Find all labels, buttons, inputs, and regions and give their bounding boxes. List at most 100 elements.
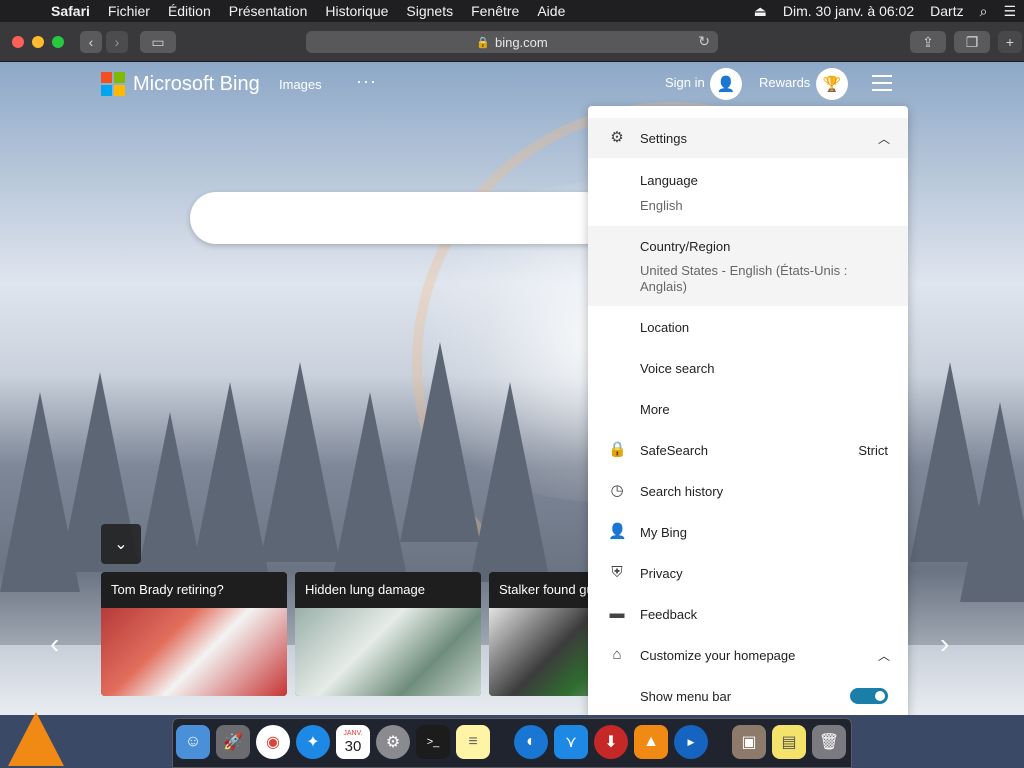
tabs-icon[interactable]: ❐ <box>954 31 990 53</box>
window-close-button[interactable] <box>12 36 24 48</box>
customize-homepage-item[interactable]: ⌂ Customize your homepage ︿ <box>588 645 908 665</box>
back-icon[interactable]: ‹ <box>80 31 102 53</box>
nav-more-button[interactable]: ··· <box>356 71 377 92</box>
settings-header[interactable]: ⚙ Settings ︿ <box>588 118 908 158</box>
launchpad-icon[interactable]: 🚀 <box>216 725 250 759</box>
vlc-desktop-icon[interactable] <box>8 712 64 766</box>
clock-text[interactable]: Dim. 30 janv. à 06:02 <box>775 3 922 19</box>
finder-icon[interactable]: ☺ <box>176 725 210 759</box>
privacy-item[interactable]: ⛨ Privacy <box>588 563 908 583</box>
new-tab-icon[interactable]: + <box>998 31 1022 53</box>
calendar-day: 30 <box>344 738 362 755</box>
location-item[interactable]: Location <box>588 317 908 337</box>
background-tree <box>330 392 410 592</box>
safari-icon[interactable]: ✦ <box>296 725 330 759</box>
address-bar[interactable]: 🔒 bing.com ↻ <box>306 31 718 53</box>
language-label: Language <box>640 172 698 188</box>
home-icon: ⌂ <box>612 646 622 663</box>
eject-icon[interactable]: ⏏ <box>746 3 775 20</box>
my-bing-label: My Bing <box>640 524 687 540</box>
control-center-icon[interactable]: ☰ <box>995 3 1024 20</box>
carousel-prev-icon[interactable]: ‹ <box>50 628 59 660</box>
sidebar-icon[interactable]: ▭ <box>140 31 176 53</box>
show-menu-bar-label: Show menu bar <box>640 688 732 704</box>
window-zoom-button[interactable] <box>52 36 64 48</box>
menu-presentation[interactable]: Présentation <box>220 3 317 19</box>
news-card-image <box>101 608 287 696</box>
more-item[interactable]: More <box>588 399 908 419</box>
menu-aide[interactable]: Aide <box>528 3 574 19</box>
chevron-up-icon[interactable]: ︿ <box>878 647 890 664</box>
background-tree <box>260 362 340 562</box>
bing-logo[interactable]: Microsoft Bing <box>101 72 260 96</box>
voice-search-item[interactable]: Voice search <box>588 358 908 378</box>
news-card-title: Hidden lung damage <box>295 572 481 608</box>
sign-in-link[interactable]: Sign in <box>665 75 705 90</box>
photo-icon[interactable]: ▣ <box>732 725 766 759</box>
shield-icon: ⛨ <box>611 564 623 581</box>
clock-icon: ◷ <box>610 482 624 499</box>
voice-search-label: Voice search <box>640 360 715 376</box>
notes-icon[interactable]: ≡ <box>456 725 490 759</box>
background-tree <box>470 382 550 582</box>
system-preferences-icon[interactable]: ⚙ <box>376 725 410 759</box>
vlc-icon[interactable]: ▲ <box>634 725 668 759</box>
settings-panel: ⚙ Settings ︿ Language English Country/Re… <box>588 106 908 715</box>
user-avatar-icon[interactable]: 👤 <box>710 68 742 100</box>
rewards-trophy-icon[interactable]: 🏆 <box>816 68 848 100</box>
menu-signets[interactable]: Signets <box>397 3 462 19</box>
country-label-row: Country/Region <box>588 236 908 256</box>
share-icon[interactable]: ⇪ <box>910 31 946 53</box>
search-input[interactable] <box>190 192 610 244</box>
safari-toolbar: ‹ › ▭ 🔒 bing.com ↻ ⇪ ❐ + <box>0 22 1024 62</box>
lock-icon: 🔒 <box>476 36 490 49</box>
trash-icon[interactable]: 🗑 <box>812 725 846 759</box>
news-card-image <box>295 608 481 696</box>
my-bing-item[interactable]: 👤 My Bing <box>588 522 908 542</box>
stickies-icon[interactable]: ▤ <box>772 725 806 759</box>
youtube-icon[interactable]: ▶ <box>674 725 708 759</box>
rewards-link[interactable]: Rewards <box>759 75 810 90</box>
menu-fichier[interactable]: Fichier <box>99 3 159 19</box>
menu-fenetre[interactable]: Fenêtre <box>462 3 528 19</box>
feedback-item[interactable]: ▬ Feedback <box>588 604 908 624</box>
bing-logo-text: Microsoft Bing <box>133 72 260 95</box>
safesearch-label: SafeSearch <box>640 442 708 458</box>
safesearch-item[interactable]: 🔒 SafeSearch Strict <box>588 440 908 460</box>
nav-images-link[interactable]: Images <box>279 77 322 92</box>
location-label: Location <box>640 319 690 335</box>
reload-icon[interactable]: ↻ <box>698 33 710 50</box>
hamburger-menu-icon[interactable] <box>872 75 892 91</box>
country-value-row-2: Anglais) <box>588 277 908 295</box>
gear-icon: ⚙ <box>610 129 624 146</box>
window-minimize-button[interactable] <box>32 36 44 48</box>
user-name[interactable]: Dartz <box>922 3 971 19</box>
news-card[interactable]: Tom Brady retiring? <box>101 572 287 696</box>
forward-icon[interactable]: › <box>106 31 128 53</box>
menu-app-safari[interactable]: Safari <box>42 3 99 19</box>
microsoft-logo-icon <box>101 72 125 96</box>
vscode-icon[interactable]: ⋎ <box>554 725 588 759</box>
feedback-icon: ▬ <box>609 605 625 622</box>
calendar-icon[interactable]: JANV. 30 <box>336 725 370 759</box>
chevron-down-icon[interactable]: ⌄ <box>101 524 141 564</box>
chrome-icon[interactable]: ◉ <box>256 725 290 759</box>
edge-icon[interactable]: ◐ <box>514 725 548 759</box>
spotlight-search-icon[interactable]: ⌕ <box>972 3 996 20</box>
search-history-item[interactable]: ◷ Search history <box>588 481 908 501</box>
background-tree <box>400 342 480 542</box>
show-menu-bar-toggle[interactable] <box>850 688 888 704</box>
downloader-icon[interactable]: ⬇ <box>594 725 628 759</box>
search-history-label: Search history <box>640 483 724 499</box>
menu-edition[interactable]: Édition <box>159 3 220 19</box>
more-label: More <box>640 401 670 417</box>
menu-historique[interactable]: Historique <box>316 3 397 19</box>
language-value-row: English <box>588 195 908 215</box>
news-card[interactable]: Hidden lung damage <box>295 572 481 696</box>
background-tree <box>190 382 270 582</box>
language-value: English <box>640 197 683 213</box>
chevron-up-icon[interactable]: ︿ <box>878 130 890 147</box>
language-item[interactable]: Language <box>588 170 908 190</box>
carousel-next-icon[interactable]: › <box>940 628 949 660</box>
terminal-icon[interactable]: >_ <box>416 725 450 759</box>
